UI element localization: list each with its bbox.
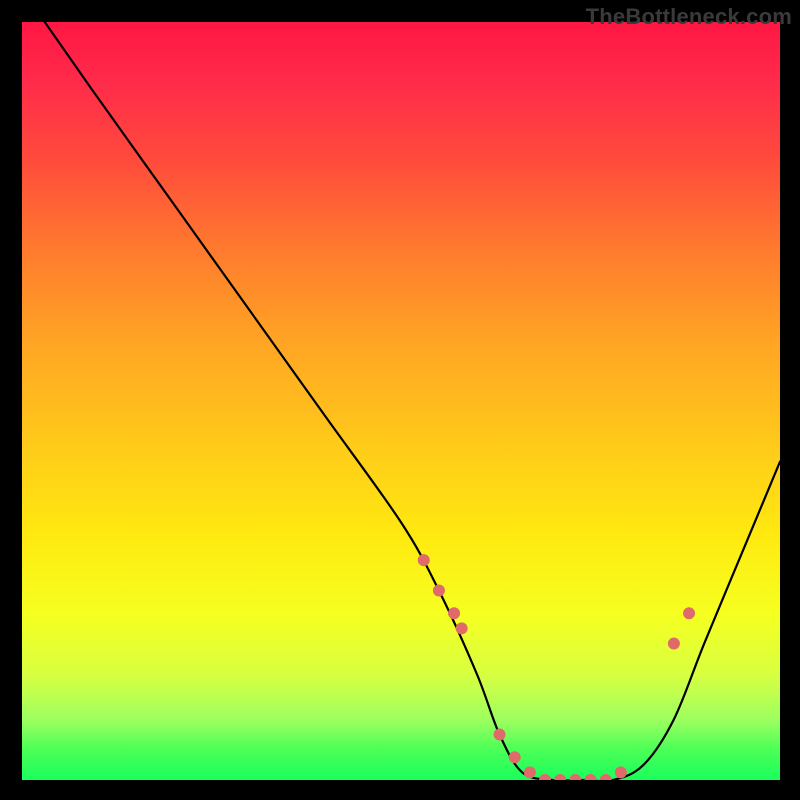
chart-frame: TheBottleneck.com (0, 0, 800, 800)
curve-path-group (45, 22, 780, 780)
marker-dot (448, 607, 460, 619)
marker-dot (418, 554, 430, 566)
marker-dot (524, 766, 536, 778)
marker-dot (494, 729, 506, 741)
marker-dot (585, 774, 597, 780)
marker-dot (600, 774, 612, 780)
marker-dot (615, 766, 627, 778)
marker-dot (539, 774, 551, 780)
plot-area (22, 22, 780, 780)
watermark-text: TheBottleneck.com (586, 4, 792, 30)
marker-dot (668, 638, 680, 650)
marker-dot (683, 607, 695, 619)
marker-dot (509, 751, 521, 763)
marker-dot (554, 774, 566, 780)
chart-svg (22, 22, 780, 780)
bottleneck-curve (45, 22, 780, 780)
marker-dot (433, 585, 445, 597)
curve-markers (418, 554, 695, 780)
marker-dot (456, 622, 468, 634)
marker-dot (569, 774, 581, 780)
